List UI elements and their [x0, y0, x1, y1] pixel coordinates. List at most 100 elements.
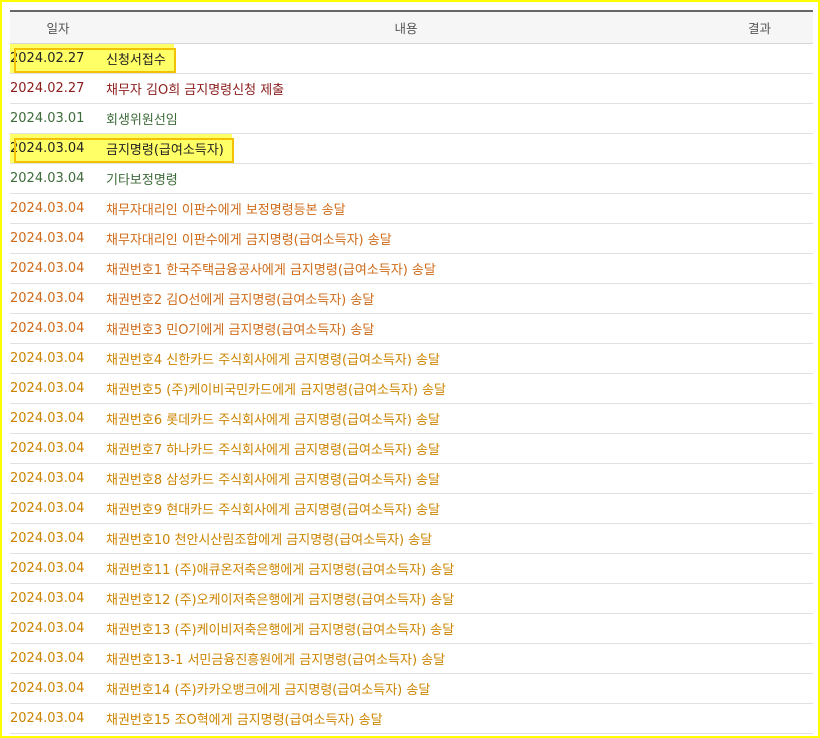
row-date: 2024.03.04 — [10, 470, 85, 486]
row-content-cell: 채권번호13-1 서민금융진흥원에게 금지명령(급여소득자) 송달 — [106, 643, 706, 674]
row-date-cell: 2024.03.04 — [10, 673, 106, 704]
row-result — [706, 223, 813, 254]
row-date-cell: 2024.03.04 — [10, 253, 106, 284]
row-content: 채권번호2 김O선에게 금지명령(급여소득자) 송달 — [106, 292, 375, 308]
row-result — [706, 493, 813, 524]
row-content-cell: 채무자대리인 이판수에게 금지명령(급여소득자) 송달 — [106, 223, 706, 254]
row-result — [706, 703, 813, 734]
table-row: 2024.02.27 채무자 김O희 금지명령신청 제출 — [10, 73, 813, 104]
row-content-cell: 채권번호14 (주)카카오뱅크에게 금지명령(급여소득자) 송달 — [106, 673, 706, 704]
row-content-cell: 신청서접수 — [106, 43, 706, 74]
row-content-cell: 채권번호6 롯데카드 주식회사에게 금지명령(급여소득자) 송달 — [106, 403, 706, 434]
row-date: 2024.03.04 — [10, 590, 85, 606]
column-header-date: 일자 — [10, 10, 106, 44]
row-content-cell: 채권번호5 (주)케이비국민카드에게 금지명령(급여소득자) 송달 — [106, 373, 706, 404]
row-content: 채권번호9 현대카드 주식회사에게 금지명령(급여소득자) 송달 — [106, 502, 440, 518]
row-date-cell: 2024.03.04 — [10, 283, 106, 314]
table-row: 2024.03.04 채권번호6 롯데카드 주식회사에게 금지명령(급여소득자) … — [10, 403, 813, 434]
table-row: 2024.03.04 채권번호13-1 서민금융진흥원에게 금지명령(급여소득자)… — [10, 643, 813, 674]
row-result — [706, 583, 813, 614]
row-result — [706, 283, 813, 314]
row-result — [706, 133, 813, 164]
row-date: 2024.03.04 — [10, 680, 85, 696]
row-date: 2024.03.04 — [10, 200, 85, 216]
row-date-cell: 2024.03.04 — [10, 463, 106, 494]
case-progress-table: 일자 내용 결과 2024.02.27 신청서접수 2024.02.27 채무자 김O… — [10, 10, 813, 734]
table-body: 2024.02.27 신청서접수 2024.02.27 채무자 김O희 금지명령신청 … — [10, 43, 813, 734]
row-content-cell: 채권번호2 김O선에게 금지명령(급여소득자) 송달 — [106, 283, 706, 314]
row-date: 2024.03.04 — [10, 530, 85, 546]
table-row: 2024.03.04 채권번호9 현대카드 주식회사에게 금지명령(급여소득자) … — [10, 493, 813, 524]
row-result — [706, 643, 813, 674]
table-row: 2024.03.04 채권번호13 (주)케이비저축은행에게 금지명령(급여소득자… — [10, 613, 813, 644]
row-date-cell: 2024.03.04 — [10, 373, 106, 404]
row-content: 채권번호6 롯데카드 주식회사에게 금지명령(급여소득자) 송달 — [106, 412, 440, 428]
row-content: 채권번호4 신한카드 주식회사에게 금지명령(급여소득자) 송달 — [106, 352, 440, 368]
row-content-cell: 금지명령(급여소득자) — [106, 133, 706, 164]
row-date-cell: 2024.03.04 — [10, 223, 106, 254]
table-row: 2024.03.04 채권번호10 천안시산림조합에게 금지명령(급여소득자) 송… — [10, 523, 813, 554]
row-content: 채무자대리인 이판수에게 금지명령(급여소득자) 송달 — [106, 232, 392, 248]
table-row: 2024.03.04 기타보정명령 — [10, 163, 813, 194]
row-date: 2024.03.04 — [10, 500, 85, 516]
row-content: 채권번호10 천안시산림조합에게 금지명령(급여소득자) 송달 — [106, 532, 433, 548]
row-date: 2024.03.04 — [10, 650, 85, 666]
row-content-cell: 채권번호13 (주)케이비저축은행에게 금지명령(급여소득자) 송달 — [106, 613, 706, 644]
table-row: 2024.03.04 채권번호11 (주)애큐온저축은행에게 금지명령(급여소득자… — [10, 553, 813, 584]
row-result — [706, 433, 813, 464]
row-date: 2024.03.04 — [10, 710, 85, 726]
row-result — [706, 103, 813, 134]
row-date-cell: 2024.02.27 — [10, 43, 106, 74]
row-content: 기타보정명령 — [106, 172, 178, 188]
table-header-row: 일자 내용 결과 — [10, 10, 813, 44]
row-result — [706, 463, 813, 494]
row-date: 2024.02.27 — [10, 50, 85, 66]
row-content: 채권번호15 조O혁에게 금지명령(급여소득자) 송달 — [106, 712, 383, 728]
row-content-cell: 채무자대리인 이판수에게 보정명령등본 송달 — [106, 193, 706, 224]
table-row: 2024.03.04 채권번호12 (주)오케이저축은행에게 금지명령(급여소득자… — [10, 583, 813, 614]
row-result — [706, 553, 813, 584]
table-row: 2024.03.01 회생위원선임 — [10, 103, 813, 134]
row-date-cell: 2024.03.04 — [10, 493, 106, 524]
row-date: 2024.02.27 — [10, 80, 85, 96]
row-result — [706, 163, 813, 194]
row-date-cell: 2024.03.04 — [10, 703, 106, 734]
row-date-cell: 2024.03.04 — [10, 643, 106, 674]
row-date: 2024.03.04 — [10, 230, 85, 246]
row-date: 2024.03.04 — [10, 260, 85, 276]
row-content-cell: 채권번호7 하나카드 주식회사에게 금지명령(급여소득자) 송달 — [106, 433, 706, 464]
row-date-cell: 2024.03.04 — [10, 163, 106, 194]
row-result — [706, 403, 813, 434]
column-header-result: 결과 — [706, 10, 813, 44]
row-result — [706, 43, 813, 74]
table-row: 2024.03.04 채무자대리인 이판수에게 금지명령(급여소득자) 송달 — [10, 223, 813, 254]
row-content: 채권번호1 한국주택금융공사에게 금지명령(급여소득자) 송달 — [106, 262, 436, 278]
row-date: 2024.03.04 — [10, 560, 85, 576]
row-date-cell: 2024.03.04 — [10, 313, 106, 344]
row-content: 채무자 김O희 금지명령신청 제출 — [106, 82, 285, 98]
row-date-cell: 2024.03.01 — [10, 103, 106, 134]
table-row: 2024.03.04 채권번호14 (주)카카오뱅크에게 금지명령(급여소득자) … — [10, 673, 813, 704]
row-date-cell: 2024.03.04 — [10, 613, 106, 644]
row-date-cell: 2024.02.27 — [10, 73, 106, 104]
row-date-cell: 2024.03.04 — [10, 403, 106, 434]
page-frame: 일자 내용 결과 2024.02.27 신청서접수 2024.02.27 채무자 김O… — [0, 0, 820, 738]
row-content: 신청서접수 — [106, 52, 166, 68]
row-content: 채권번호11 (주)애큐온저축은행에게 금지명령(급여소득자) 송달 — [106, 562, 455, 578]
column-header-content: 내용 — [106, 10, 706, 44]
row-result — [706, 523, 813, 554]
table-row: 2024.03.04 채권번호2 김O선에게 금지명령(급여소득자) 송달 — [10, 283, 813, 314]
row-content: 채권번호5 (주)케이비국민카드에게 금지명령(급여소득자) 송달 — [106, 382, 446, 398]
row-result — [706, 73, 813, 104]
row-date: 2024.03.04 — [10, 350, 85, 366]
row-content-cell: 회생위원선임 — [106, 103, 706, 134]
row-content-cell: 채권번호10 천안시산림조합에게 금지명령(급여소득자) 송달 — [106, 523, 706, 554]
row-content-cell: 채권번호8 삼성카드 주식회사에게 금지명령(급여소득자) 송달 — [106, 463, 706, 494]
row-result — [706, 613, 813, 644]
table-row: 2024.03.04 금지명령(급여소득자) — [10, 133, 813, 164]
table-row: 2024.03.04 채무자대리인 이판수에게 보정명령등본 송달 — [10, 193, 813, 224]
row-content-cell: 채권번호3 민O기에게 금지명령(급여소득자) 송달 — [106, 313, 706, 344]
row-date: 2024.03.04 — [10, 320, 85, 336]
table-row: 2024.02.27 신청서접수 — [10, 43, 813, 74]
row-result — [706, 343, 813, 374]
